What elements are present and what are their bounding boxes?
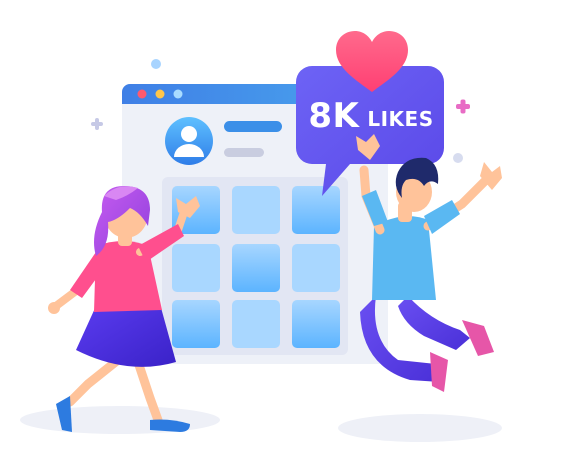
likes-count: 8K (308, 96, 360, 136)
likes-label: LIKES (367, 107, 434, 131)
dot-icon (453, 153, 463, 163)
photo-tile[interactable] (292, 186, 340, 234)
ground-shadow-left (20, 406, 220, 434)
plus-icon (456, 99, 470, 114)
dot-icon (151, 59, 161, 69)
photo-tile[interactable] (292, 244, 340, 292)
window-dot-red (137, 89, 147, 99)
photo-tile[interactable] (232, 300, 280, 348)
photo-tile[interactable] (172, 244, 220, 292)
window-dot-yellow (155, 89, 165, 99)
photo-tile[interactable] (292, 300, 340, 348)
photo-tile[interactable] (172, 300, 220, 348)
photo-grid (172, 186, 340, 348)
photo-tile[interactable] (232, 186, 280, 234)
photo-tile[interactable] (232, 244, 280, 292)
window-dot-blue (173, 89, 183, 99)
plus-icon (91, 118, 103, 130)
profile-name-placeholder (224, 121, 282, 132)
ground-shadow-right (338, 414, 502, 442)
illustration (20, 31, 502, 442)
profile-subtitle-placeholder (224, 148, 264, 157)
likes-counter: 8K LIKES (296, 92, 446, 140)
